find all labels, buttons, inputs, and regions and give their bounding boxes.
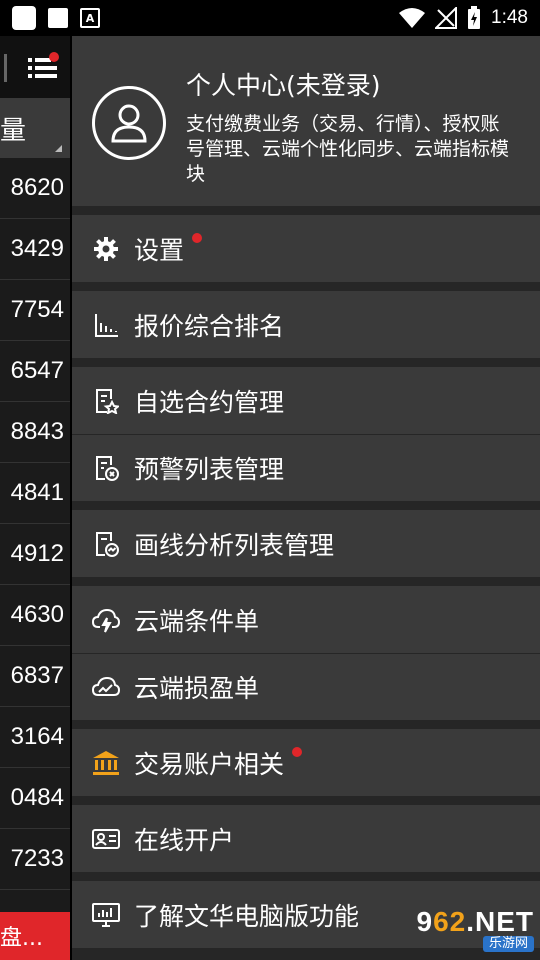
watermark-part: 9	[416, 906, 434, 937]
quote-row[interactable]: 0484	[0, 768, 70, 829]
sort-indicator-icon	[55, 145, 62, 152]
navigation-drawer: 个人中心(未登录) 支付缴费业务（交易、行情）、授权账号管理、云端个性化同步、云…	[72, 36, 540, 960]
quote-volume: 6837	[10, 662, 64, 689]
group-separator	[72, 358, 540, 367]
group-separator	[72, 501, 540, 510]
menu-item-label: 预警列表管理	[134, 455, 285, 484]
doc-chart-icon	[92, 530, 120, 558]
a-icon: A	[80, 8, 100, 28]
notification-dot	[192, 232, 203, 243]
group-separator	[72, 872, 540, 881]
status-bar: A 1:48	[0, 0, 540, 36]
quote-row[interactable]: 6547	[0, 341, 70, 402]
quote-row[interactable]: 4912	[0, 524, 70, 585]
quote-volume: 7233	[10, 845, 64, 872]
menu-item-label: 云端损盈单	[134, 674, 260, 703]
menu-item-label: 自选合约管理	[134, 387, 285, 417]
user-icon	[111, 104, 147, 143]
menu-item[interactable]: 云端损盈单	[72, 653, 540, 720]
quote-row[interactable]: 4841	[0, 463, 70, 524]
battery-charging-icon	[468, 6, 481, 29]
menu-item[interactable]: 设置	[72, 215, 540, 282]
quote-row[interactable]: 3164	[0, 707, 70, 768]
signal-off-icon	[435, 7, 458, 29]
doc-star-icon	[92, 387, 120, 415]
menu-item[interactable]: 预警列表管理	[72, 434, 540, 501]
group-separator	[72, 720, 540, 729]
menu-item[interactable]: 自选合约管理	[72, 367, 540, 434]
menu-group: 设置	[72, 215, 540, 282]
menu-group: 自选合约管理 预警列表管理	[72, 367, 540, 501]
notification-icon	[48, 8, 68, 28]
menu-item-label: 了解文华电脑版功能	[134, 901, 360, 931]
quote-volume: 8620	[10, 174, 64, 201]
notification-dot	[292, 746, 303, 757]
gear-icon	[92, 235, 120, 263]
group-separator	[72, 282, 540, 291]
bank-icon	[92, 749, 120, 777]
column-header[interactable]: 量	[0, 98, 70, 158]
notification-icon	[12, 6, 36, 30]
group-separator	[72, 206, 540, 215]
divider	[4, 54, 7, 82]
quote-volume: 6547	[10, 357, 64, 384]
bottom-tab-label: 盘...	[0, 926, 43, 951]
quote-volume: 0484	[10, 784, 64, 811]
quote-row[interactable]: 4630	[0, 585, 70, 646]
watermark-part: .NET	[466, 906, 534, 937]
menu-item-label: 设置	[134, 235, 185, 265]
menu-group: 在线开户	[72, 805, 540, 872]
background-bottom-tab[interactable]: 盘...	[0, 912, 70, 960]
cloud-chart-icon	[92, 673, 120, 701]
menu-item[interactable]: 云端条件单	[72, 586, 540, 653]
menu-item-label: 报价综合排名	[134, 311, 285, 341]
monitor-icon	[92, 901, 120, 929]
quote-volume: 3429	[10, 235, 64, 262]
menu-item-label: 画线分析列表管理	[134, 530, 335, 560]
menu-group: 交易账户相关	[72, 729, 540, 796]
quote-volume: 7754	[10, 296, 64, 323]
profile-description: 支付缴费业务（交易、行情）、授权账号管理、云端个性化同步、云端指标模块	[186, 113, 510, 185]
quote-row[interactable]: 7754	[0, 280, 70, 341]
column-header-label: 量	[0, 115, 27, 146]
group-separator	[72, 796, 540, 805]
menu-item-label: 在线开户	[134, 825, 235, 855]
bar-chart-icon	[92, 311, 120, 339]
list-menu-icon[interactable]	[26, 52, 60, 82]
quote-volume: 8843	[10, 418, 64, 445]
menu-item-label: 交易账户相关	[134, 749, 285, 779]
quote-volume: 4841	[10, 479, 64, 506]
doc-alert-icon	[92, 454, 120, 482]
quote-row[interactable]: 7233	[0, 829, 70, 890]
quote-volume: 4630	[10, 601, 64, 628]
wifi-icon	[399, 8, 426, 28]
quote-volume: 3164	[10, 723, 64, 750]
background-quote-list: 量 8620 3429 7754 6547 8843 4841 4912 4630 6837 31…	[0, 36, 70, 960]
watermark-logo: 962.NET 乐游网	[396, 908, 534, 952]
watermark-subtext: 乐游网	[482, 936, 534, 952]
menu-item[interactable]: 报价综合排名	[72, 291, 540, 358]
quote-row[interactable]: 3429	[0, 219, 70, 280]
menu-item-label: 云端条件单	[134, 606, 260, 636]
menu-group: 云端条件单云端损盈单	[72, 586, 540, 720]
quote-volume: 4912	[10, 540, 64, 567]
avatar[interactable]	[92, 86, 166, 160]
quote-row[interactable]: 6837	[0, 646, 70, 707]
clock: 1:48	[491, 7, 528, 28]
menu-group: 报价综合排名	[72, 291, 540, 358]
menu-item[interactable]: 在线开户	[72, 805, 540, 872]
watermark-part: 62	[433, 906, 467, 937]
menu-group: 画线分析列表管理	[72, 510, 540, 577]
menu-item[interactable]: 画线分析列表管理	[72, 510, 540, 577]
id-card-icon	[92, 825, 120, 853]
group-separator	[72, 577, 540, 586]
profile-title: 个人中心(未登录)	[186, 71, 381, 100]
profile-header[interactable]: 个人中心(未登录) 支付缴费业务（交易、行情）、授权账号管理、云端个性化同步、云…	[72, 36, 540, 206]
background-toolbar	[0, 36, 70, 98]
watermark-text: 962.NET	[416, 908, 534, 936]
cloud-bolt-icon	[92, 606, 120, 634]
quote-row[interactable]: 8620	[0, 158, 70, 219]
quote-row[interactable]: 8843	[0, 402, 70, 463]
menu-item[interactable]: 交易账户相关	[72, 729, 540, 796]
